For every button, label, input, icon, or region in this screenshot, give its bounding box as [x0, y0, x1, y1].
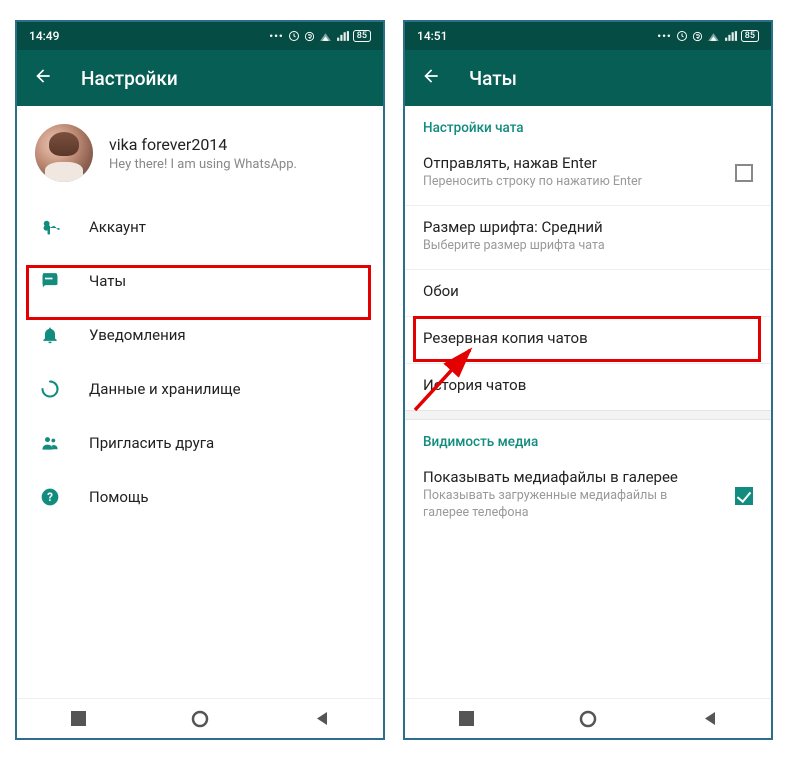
- status-icons: ••• 85: [657, 30, 759, 43]
- back-icon[interactable]: [421, 66, 441, 90]
- status-bar: 14:51 ••• 85: [405, 22, 771, 50]
- page-title: Настройки: [81, 67, 178, 90]
- nav-back-icon[interactable]: [700, 709, 720, 729]
- settings-item-account[interactable]: Аккаунт: [17, 200, 383, 254]
- option-title: Показывать медиафайлы в галерее: [423, 468, 753, 486]
- data-usage-icon: [39, 378, 61, 400]
- settings-item-help[interactable]: ? Помощь: [17, 470, 383, 524]
- settings-label: Уведомления: [89, 326, 186, 344]
- option-title: История чатов: [423, 376, 753, 394]
- svg-text:?: ?: [47, 490, 53, 504]
- profile-status: Hey there! I am using WhatsApp.: [109, 157, 297, 172]
- status-time: 14:51: [417, 29, 447, 43]
- settings-item-data[interactable]: Данные и хранилище: [17, 362, 383, 416]
- back-icon[interactable]: [33, 66, 53, 90]
- checkbox-checked[interactable]: [735, 487, 753, 505]
- bell-icon: [39, 324, 61, 346]
- option-subtitle: Переносить строку по нажатию Enter: [423, 174, 703, 191]
- nav-recent-icon[interactable]: [68, 709, 88, 729]
- settings-label: Данные и хранилище: [89, 380, 241, 398]
- app-bar: Чаты: [405, 50, 771, 106]
- page-title: Чаты: [469, 67, 517, 90]
- option-title: Обои: [423, 282, 753, 300]
- android-navbar: [405, 698, 771, 738]
- settings-content: vika forever2014 Hey there! I am using W…: [17, 106, 383, 698]
- option-subtitle: Выберите размер шрифта чата: [423, 238, 703, 255]
- settings-label: Помощь: [89, 488, 149, 506]
- settings-item-invite[interactable]: Пригласить друга: [17, 416, 383, 470]
- android-navbar: [17, 698, 383, 738]
- checkbox-unchecked[interactable]: [735, 164, 753, 182]
- phone-settings: 14:49 ••• 85 Настройки vika forever2014 …: [15, 20, 385, 740]
- chat-option-enter-send[interactable]: Отправлять, нажав Enter Переносить строк…: [405, 142, 771, 206]
- help-icon: ?: [39, 486, 61, 508]
- option-title: Размер шрифта: Средний: [423, 218, 753, 236]
- option-title: Резервная копия чатов: [423, 329, 753, 347]
- avatar: [35, 124, 93, 182]
- chat-option-media-visibility[interactable]: Показывать медиафайлы в галерее Показыва…: [405, 456, 771, 536]
- app-bar: Настройки: [17, 50, 383, 106]
- profile-name: vika forever2014: [109, 135, 297, 154]
- option-subtitle: Показывать загруженные медиафайлы в гале…: [423, 488, 703, 522]
- settings-label: Пригласить друга: [89, 434, 214, 452]
- nav-back-icon[interactable]: [312, 709, 332, 729]
- settings-label: Чаты: [89, 272, 126, 290]
- people-icon: [39, 432, 61, 454]
- status-icons: ••• 85: [269, 30, 371, 43]
- section-divider: [405, 410, 771, 420]
- status-time: 14:49: [29, 29, 59, 43]
- chat-option-backup[interactable]: Резервная копия чатов: [405, 317, 771, 364]
- nav-home-icon[interactable]: [578, 709, 598, 729]
- settings-item-chats[interactable]: Чаты: [17, 254, 383, 308]
- chat-option-history[interactable]: История чатов: [405, 364, 771, 410]
- phone-chats: 14:51 ••• 85 Чаты Настройки чата Отправл…: [403, 20, 773, 740]
- option-title: Отправлять, нажав Enter: [423, 154, 753, 172]
- settings-label: Аккаунт: [89, 218, 146, 236]
- chat-option-wallpaper[interactable]: Обои: [405, 270, 771, 317]
- chats-content: Настройки чата Отправлять, нажав Enter П…: [405, 106, 771, 698]
- settings-item-notifications[interactable]: Уведомления: [17, 308, 383, 362]
- chat-icon: [39, 270, 61, 292]
- chat-option-font-size[interactable]: Размер шрифта: Средний Выберите размер ш…: [405, 206, 771, 270]
- key-icon: [39, 216, 61, 238]
- section-header-chat-settings: Настройки чата: [405, 106, 771, 142]
- nav-recent-icon[interactable]: [456, 709, 476, 729]
- profile-row[interactable]: vika forever2014 Hey there! I am using W…: [17, 106, 383, 200]
- section-header-media: Видимость медиа: [405, 420, 771, 456]
- status-bar: 14:49 ••• 85: [17, 22, 383, 50]
- nav-home-icon[interactable]: [190, 709, 210, 729]
